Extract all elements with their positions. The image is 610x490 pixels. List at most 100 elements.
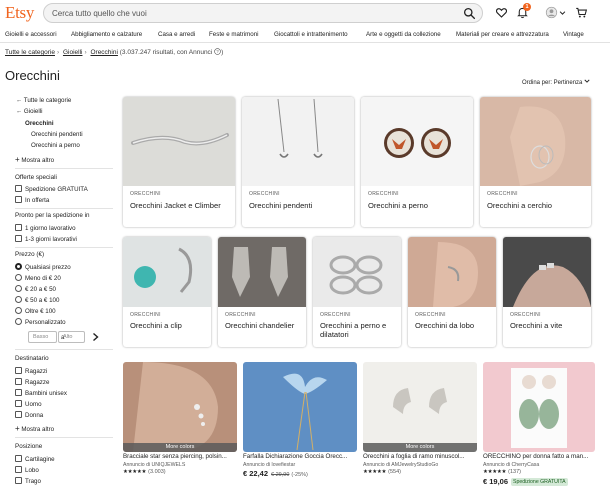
price-any-radio[interactable]: Qualsiasi prezzo bbox=[15, 263, 71, 271]
product-image[interactable] bbox=[243, 362, 357, 452]
category-image bbox=[503, 237, 591, 307]
price-50-100-radio[interactable]: € 50 a € 100 bbox=[15, 296, 59, 304]
sort-dropdown[interactable]: Ordina per: Pertinenza bbox=[522, 78, 590, 86]
product-rating: ★★★★★ (3.003) bbox=[123, 469, 166, 475]
category-card-screw[interactable]: ORECCHINI Orecchini a vite bbox=[503, 237, 591, 347]
product-shop: Annuncio di lovefiestar bbox=[243, 462, 296, 468]
more-colors-badge: More colors bbox=[363, 443, 477, 452]
category-card-lobe[interactable]: ORECCHINI Orecchini da lobo bbox=[408, 237, 496, 347]
breadcrumb: Tutte le categorie › Gioielli › Orecchini … bbox=[5, 48, 224, 56]
position-cartilage-checkbox[interactable]: Cartilagine bbox=[15, 455, 55, 463]
sidebar-jewelry[interactable]: ← Gioielli bbox=[16, 108, 43, 115]
nav-item-home[interactable]: Casa e arredi bbox=[158, 31, 195, 38]
sidebar-all-categories[interactable]: ← Tutte le categorie bbox=[16, 97, 71, 104]
position-lobe-checkbox[interactable]: Lobo bbox=[15, 466, 39, 474]
nav-item-clothing[interactable]: Abbigliamento e calzature bbox=[71, 31, 142, 38]
breadcrumb-earrings[interactable]: Orecchini bbox=[90, 49, 117, 56]
product-title[interactable]: Farfalla Dichiarazione Goccia Orecc... bbox=[243, 453, 357, 460]
notification-badge: 1 bbox=[523, 3, 531, 11]
nav-item-vintage[interactable]: Vintage bbox=[563, 31, 584, 38]
nav-item-parties[interactable]: Feste e matrimoni bbox=[209, 31, 259, 38]
category-image bbox=[218, 237, 306, 307]
price-under-20-radio[interactable]: Meno di € 20 bbox=[15, 274, 61, 282]
category-card-clip[interactable]: ORECCHINI Orecchini a clip bbox=[123, 237, 211, 347]
plus-icon: + bbox=[15, 155, 20, 164]
recipient-unisex-checkbox[interactable]: Bambini unisex bbox=[15, 389, 67, 397]
product-title[interactable]: ORECCHINO per donna fatto a man... bbox=[483, 453, 595, 460]
recipient-man-checkbox[interactable]: Uomo bbox=[15, 400, 42, 408]
product-price: € 22,42 € 29,90 (-25%) bbox=[243, 469, 308, 478]
category-nav: Gioielli e accessori Abbigliamento e cal… bbox=[0, 27, 610, 43]
arrow-left-icon: ← bbox=[16, 108, 23, 115]
sidebar-current-earrings[interactable]: Orecchini bbox=[25, 120, 54, 127]
product-shop: Annuncio di CherryCasa bbox=[483, 462, 540, 468]
product-rating: ★★★★★ (137) bbox=[483, 469, 521, 475]
arrow-left-icon: ← bbox=[16, 97, 23, 104]
chevron-right-icon[interactable] bbox=[91, 332, 100, 342]
price-max-input[interactable]: Alto bbox=[58, 331, 85, 343]
search-input[interactable] bbox=[52, 7, 452, 20]
offers-heading: Offerte speciali bbox=[15, 174, 57, 181]
product-image[interactable]: More colors bbox=[123, 362, 237, 452]
price-min-input[interactable]: Basso bbox=[28, 331, 57, 343]
breadcrumb-jewelry[interactable]: Gioielli bbox=[63, 49, 83, 56]
category-card-chandelier[interactable]: ORECCHINI Orecchini chandelier bbox=[218, 237, 306, 347]
category-image bbox=[408, 237, 496, 307]
on-sale-checkbox[interactable]: In offerta bbox=[15, 196, 49, 204]
divider bbox=[15, 168, 113, 169]
account-avatar-icon[interactable] bbox=[545, 6, 558, 19]
heart-icon[interactable] bbox=[495, 6, 508, 19]
etsy-logo[interactable]: Etsy bbox=[5, 3, 34, 23]
original-price: € 29,90 bbox=[271, 472, 290, 478]
cart-icon[interactable] bbox=[575, 6, 588, 19]
category-image bbox=[361, 97, 473, 186]
svg-text:?: ? bbox=[216, 49, 219, 54]
price-20-50-radio[interactable]: € 20 a € 50 bbox=[15, 285, 56, 293]
divider bbox=[15, 208, 113, 209]
show-more-categories[interactable]: + Mostra altro bbox=[15, 155, 54, 164]
product-image[interactable] bbox=[483, 362, 595, 452]
free-shipping-checkbox[interactable]: Spedizione GRATUITA bbox=[15, 185, 88, 193]
product-price: € 19,06 Spedizione GRATUITA bbox=[483, 477, 568, 486]
page-title: Orecchini bbox=[5, 68, 60, 83]
category-card-plugs[interactable]: ORECCHINI Orecchini a perno e dilatatori bbox=[313, 237, 401, 347]
category-card-hoops[interactable]: ORECCHINI Orecchini a cerchio bbox=[480, 97, 591, 227]
divider bbox=[15, 247, 113, 248]
chevron-down-icon bbox=[584, 79, 590, 83]
product-title[interactable]: Orecchini a foglia di ramo minuscol... bbox=[363, 453, 477, 460]
category-card-studs[interactable]: ORECCHINI Orecchini a perno bbox=[361, 97, 473, 227]
more-colors-badge: More colors bbox=[123, 443, 237, 452]
search-bar bbox=[43, 3, 483, 23]
product-image[interactable]: More colors bbox=[363, 362, 477, 452]
product-shop: Annuncio di UNIQJEWELS bbox=[123, 462, 186, 468]
position-tragus-checkbox[interactable]: Trago bbox=[15, 477, 41, 485]
nav-item-toys[interactable]: Giocattoli e intrattenimento bbox=[274, 31, 348, 38]
nav-item-craft[interactable]: Materiali per creare e attrezzatura bbox=[456, 31, 549, 38]
show-more-recipient[interactable]: + Mostra altro bbox=[15, 424, 54, 433]
category-image bbox=[123, 97, 235, 186]
sidebar-item-studs[interactable]: Orecchini a perno bbox=[31, 142, 80, 149]
product-title[interactable]: Bracciale star senza piercing, polsin... bbox=[123, 453, 237, 460]
recipient-girls-checkbox[interactable]: Ragazze bbox=[15, 378, 49, 386]
recipient-woman-checkbox[interactable]: Donna bbox=[15, 411, 43, 419]
sidebar-item-dangle[interactable]: Orecchini pendenti bbox=[31, 131, 83, 138]
category-card-jacket-climber[interactable]: ORECCHINI Orecchini Jacket e Climber bbox=[123, 97, 235, 227]
chevron-down-icon[interactable] bbox=[559, 6, 566, 19]
recipient-heading: Destinatario bbox=[15, 355, 49, 362]
nav-item-art[interactable]: Arte e oggetti da collezione bbox=[366, 31, 441, 38]
category-card-dangle[interactable]: ORECCHINI Orecchini pendenti bbox=[242, 97, 354, 227]
category-image bbox=[242, 97, 354, 186]
discount: (-25%) bbox=[291, 472, 308, 478]
divider bbox=[15, 437, 113, 438]
nav-item-jewelry[interactable]: Gioielli e accessori bbox=[5, 31, 57, 38]
ready-3days-checkbox[interactable]: 1-3 giorni lavorativi bbox=[15, 235, 77, 243]
recipient-boys-checkbox[interactable]: Ragazzi bbox=[15, 367, 47, 375]
results-count: (3.037.247 risultati, con Annunci bbox=[119, 49, 213, 56]
free-shipping-badge: Spedizione GRATUITA bbox=[511, 478, 568, 486]
price-custom-radio[interactable]: Personalizzato bbox=[15, 318, 66, 326]
search-icon[interactable] bbox=[463, 7, 476, 20]
breadcrumb-all-categories[interactable]: Tutte le categorie bbox=[5, 49, 55, 56]
ready-1day-checkbox[interactable]: 1 giorno lavorativo bbox=[15, 224, 76, 232]
price-over-100-radio[interactable]: Oltre € 100 bbox=[15, 307, 56, 315]
product-rating: ★★★★★ (554) bbox=[363, 469, 401, 475]
